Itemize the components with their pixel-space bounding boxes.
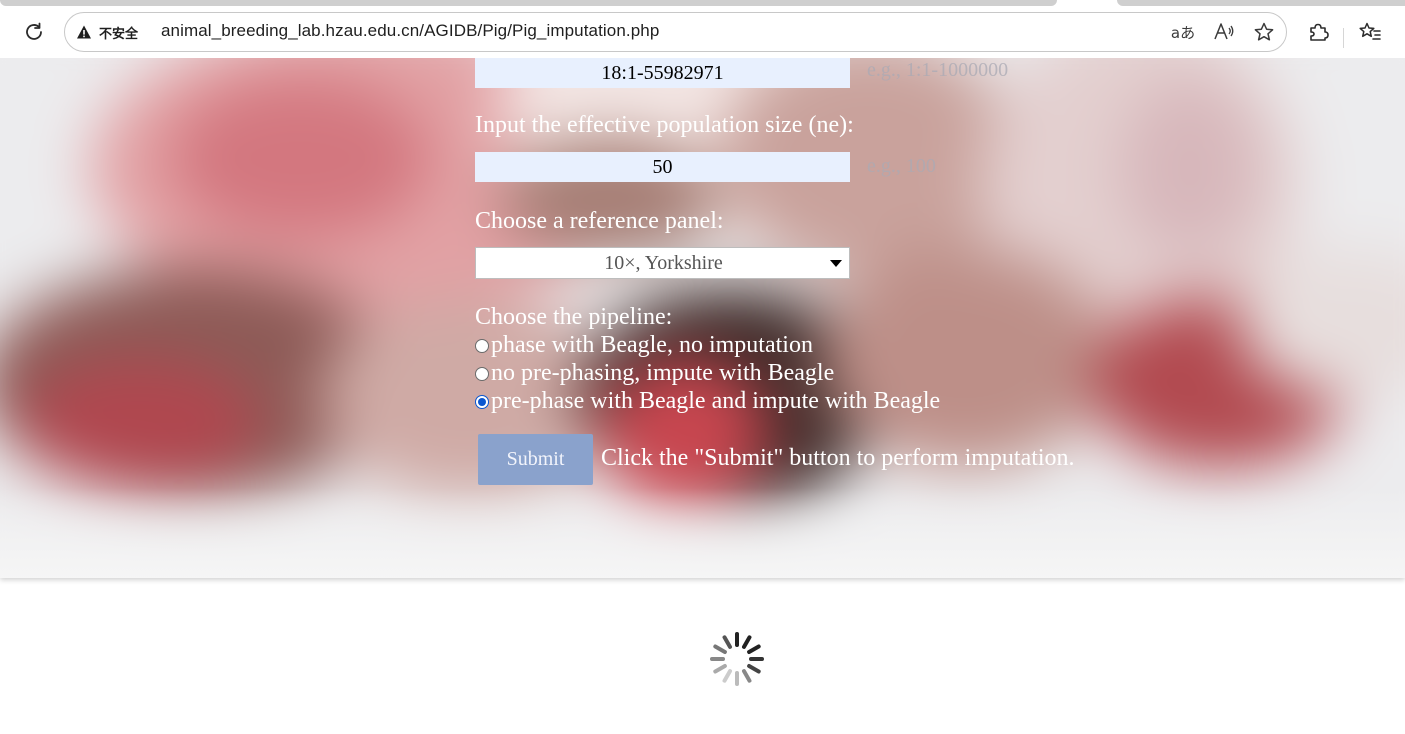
panel-label: Choose a reference panel:	[475, 208, 724, 234]
submit-button[interactable]: Submit	[478, 434, 593, 485]
reference-panel-select[interactable]: 10×, Yorkshire	[475, 247, 850, 279]
pipeline-option-phase-and-impute[interactable]: pre-phase with Beagle and impute with Be…	[475, 388, 940, 415]
radio-button[interactable]	[475, 366, 489, 381]
favorite-star-icon[interactable]	[1251, 19, 1277, 45]
radio-label[interactable]: pre-phase with Beagle and impute with Be…	[491, 388, 940, 415]
warning-icon[interactable]	[76, 24, 92, 40]
toolbar-separator	[1343, 28, 1344, 48]
page-viewport[interactable]: e.g., 1:1-1000000 Input the effective po…	[0, 58, 1405, 734]
read-aloud-glyph	[1214, 23, 1234, 40]
browser-toolbar: 不安全 animal_breeding_lab.hzau.edu.cn/AGID…	[0, 8, 1405, 58]
pipeline-option-phase-only[interactable]: phase with Beagle, no imputation	[475, 332, 813, 359]
puzzle-icon	[1310, 23, 1329, 41]
ne-example: e.g., 100	[867, 155, 936, 177]
pipeline-label: Choose the pipeline:	[475, 304, 673, 330]
active-tab-edge[interactable]	[0, 0, 1057, 6]
tab-strip	[0, 0, 1405, 8]
hero-bottom-fade	[0, 488, 1405, 578]
ne-label: Input the effective population size (ne)…	[475, 112, 854, 138]
url-text[interactable]: animal_breeding_lab.hzau.edu.cn/AGIDB/Pi…	[161, 21, 659, 41]
radio-label[interactable]: no pre-phasing, impute with Beagle	[491, 360, 834, 387]
extensions-button[interactable]	[1302, 16, 1334, 48]
read-aloud-icon[interactable]	[1211, 19, 1237, 45]
region-input[interactable]	[475, 58, 850, 88]
star-glyph	[1254, 22, 1274, 41]
favorites-list-icon	[1359, 22, 1381, 40]
translate-icon[interactable]: aあ	[1170, 19, 1196, 45]
dropdown-caret-icon	[830, 260, 842, 267]
favorites-button[interactable]	[1354, 16, 1386, 48]
inactive-tab-edge[interactable]	[1117, 0, 1405, 6]
region-example: e.g., 1:1-1000000	[867, 59, 1009, 81]
reload-icon	[26, 22, 42, 40]
hero-section: e.g., 1:1-1000000 Input the effective po…	[0, 58, 1405, 578]
pipeline-option-impute-only[interactable]: no pre-phasing, impute with Beagle	[475, 360, 834, 387]
reference-panel-value: 10×, Yorkshire	[604, 252, 723, 274]
radio-label[interactable]: phase with Beagle, no imputation	[491, 332, 813, 359]
radio-button-checked[interactable]	[475, 394, 489, 409]
radio-button[interactable]	[475, 338, 489, 353]
loading-spinner-icon	[710, 632, 764, 686]
address-bar[interactable]: 不安全 animal_breeding_lab.hzau.edu.cn/AGID…	[64, 12, 1287, 52]
ne-input[interactable]	[475, 152, 850, 182]
security-label[interactable]: 不安全	[99, 23, 138, 42]
submit-hint: Click the "Submit" button to perform imp…	[601, 445, 1075, 471]
reload-button[interactable]	[18, 16, 50, 48]
